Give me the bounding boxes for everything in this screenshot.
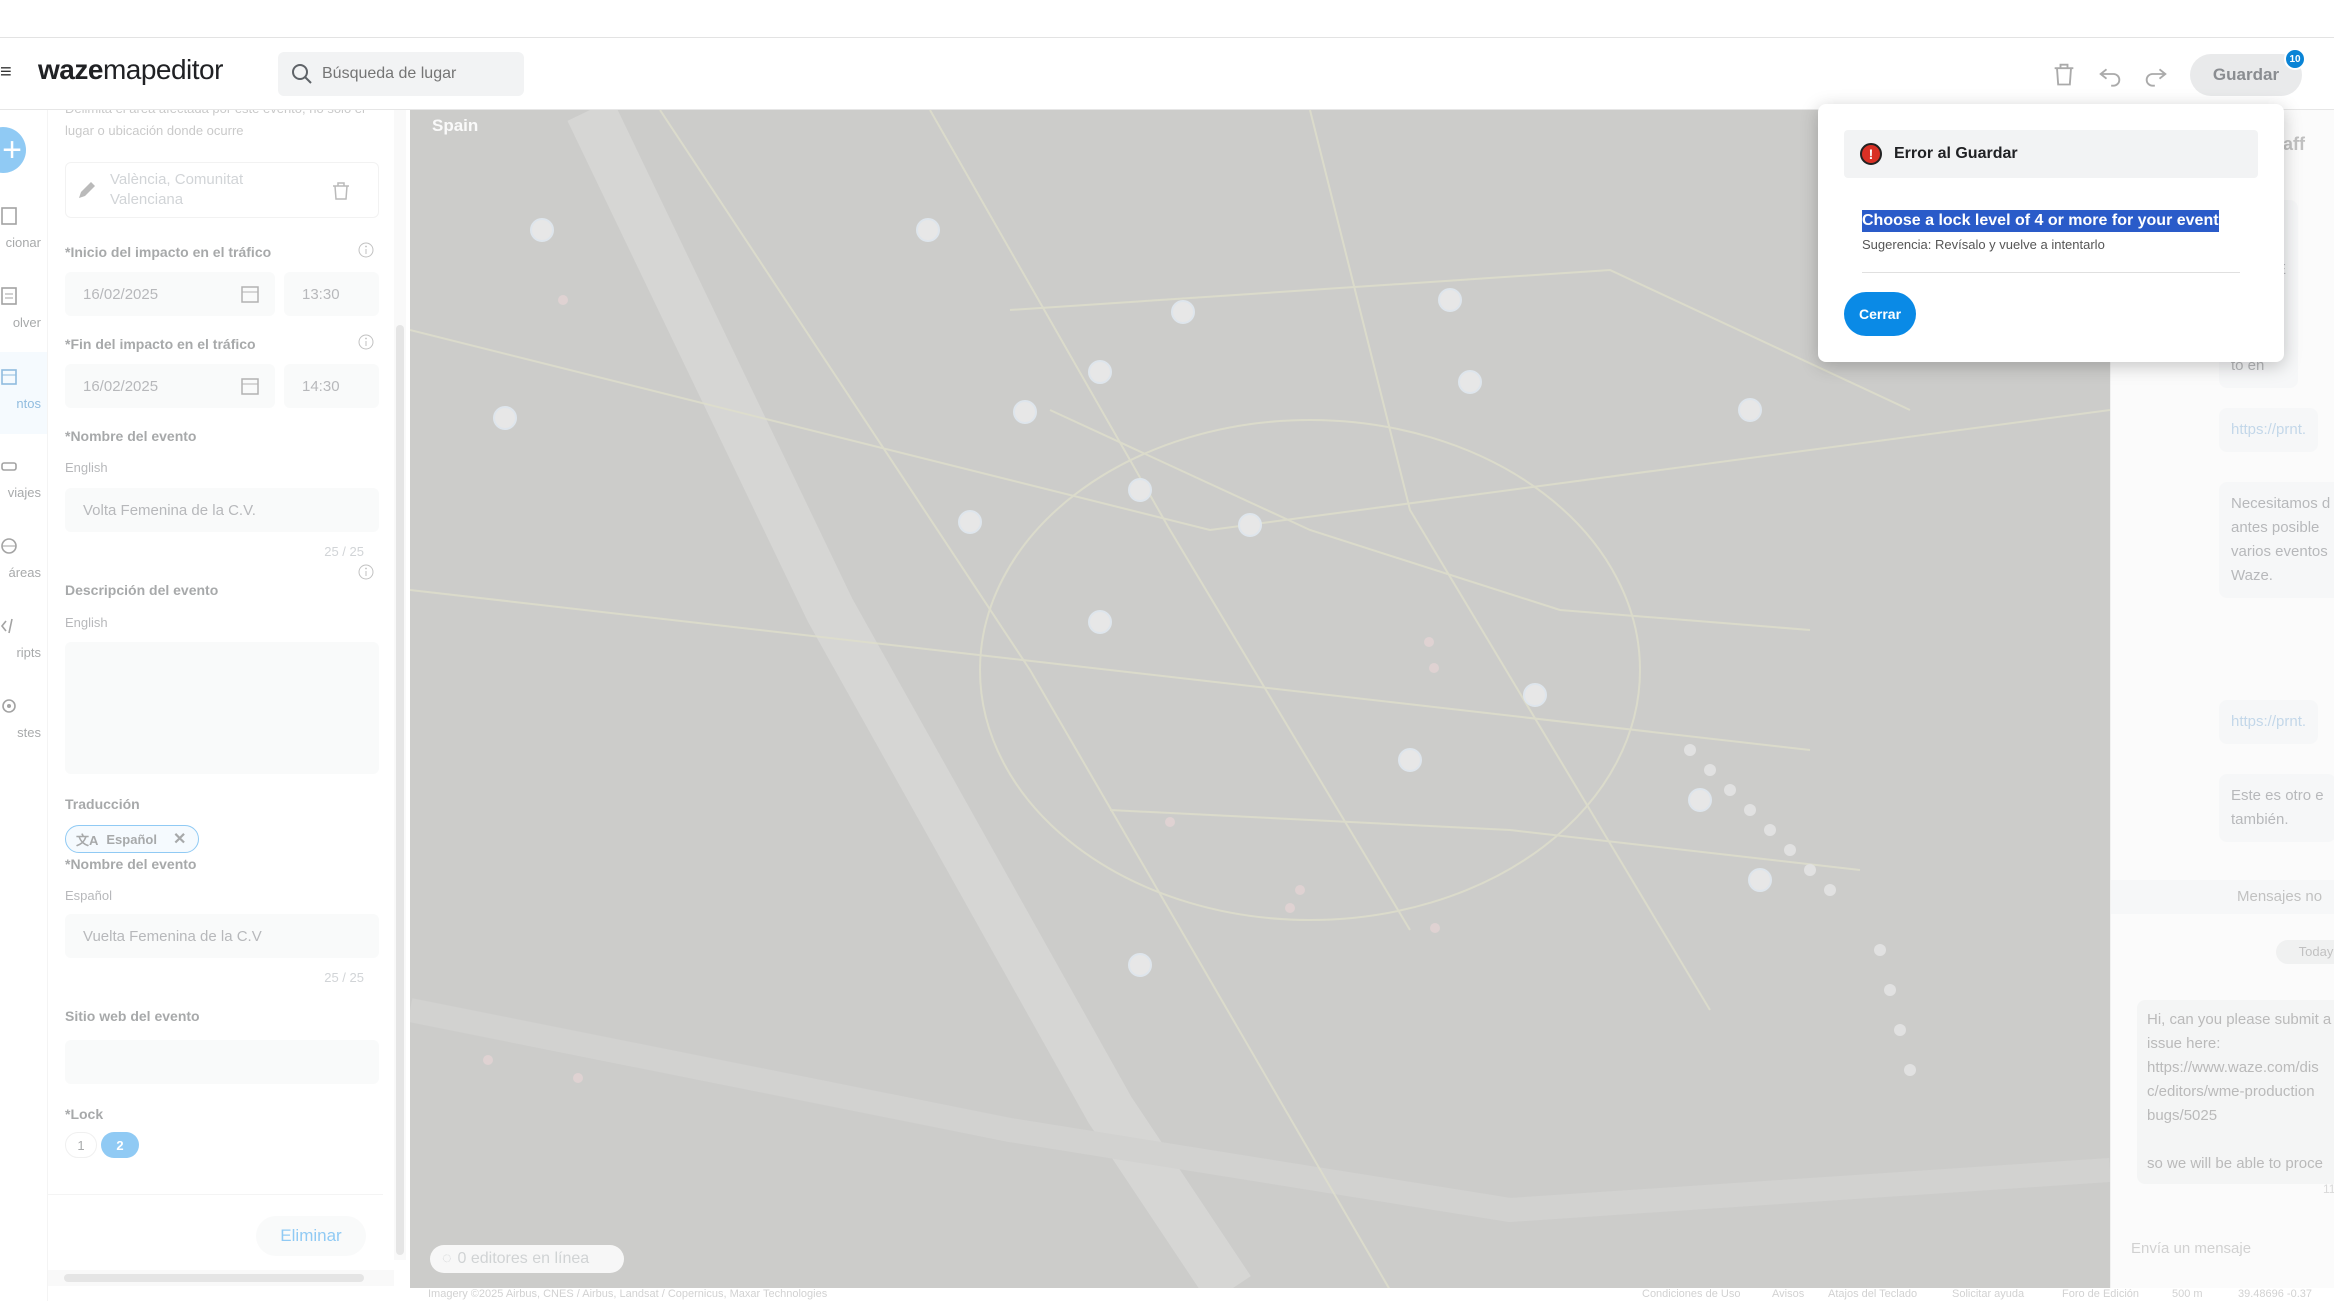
rail-item-trips[interactable]: viajes (0, 455, 47, 525)
rail-item-scripts[interactable]: ripts (0, 615, 47, 685)
map-region-label: Spain (432, 116, 479, 135)
place-search[interactable] (278, 52, 524, 96)
translation-label: Traducción (65, 796, 140, 812)
lock-label: *Lock (65, 1106, 104, 1122)
left-rail: + cionar olver ntos viajes áreas ripts s… (0, 110, 48, 1301)
trash-icon[interactable] (2050, 60, 2078, 88)
error-message: Choose a lock level of 4 or more for you… (1862, 210, 2219, 232)
name-es-label: *Nombre del evento (65, 856, 197, 872)
map-footer: Imagery ©2025 Airbus, CNES / Airbus, Lan… (410, 1288, 2334, 1301)
event-edit-panel: Delimita el área afectada por este event… (48, 110, 398, 1301)
divider (48, 1194, 383, 1195)
chat-input[interactable]: Envía un mensaje (2131, 1240, 2251, 1257)
start-label: *Inicio del impacto en el tráfico (65, 244, 272, 260)
date-divider: Today (2276, 940, 2334, 964)
chat-message: Necesitamos d antes posible varios event… (2219, 482, 2334, 598)
footer-link-shortcuts[interactable]: Atajos del Teclado (1828, 1288, 1917, 1300)
search-input[interactable] (322, 65, 512, 83)
chat-link[interactable]: https://prnt. (2219, 408, 2319, 452)
error-icon: ! (1860, 143, 1882, 165)
map-scale: 500 m (2172, 1288, 2203, 1300)
start-time-field[interactable]: 13:30 (284, 272, 379, 316)
name-label: *Nombre del evento (65, 428, 197, 444)
gear-icon (2, 699, 16, 713)
event-description-input[interactable] (65, 642, 379, 774)
description-lang: English (65, 615, 108, 630)
car-icon (1, 462, 17, 471)
panel-horizontal-scrollbar[interactable] (48, 1270, 394, 1286)
globe-icon (1, 538, 17, 554)
info-icon[interactable] (358, 242, 374, 258)
waze-logo[interactable]: wazemapeditor (38, 54, 223, 86)
add-button[interactable]: + (0, 127, 26, 173)
list-icon (1, 287, 17, 305)
app-header: ≡ wazemapeditor Guardar 10 (0, 38, 2334, 110)
unread-divider: Mensajes no (2111, 880, 2334, 914)
calendar-icon (1, 369, 17, 385)
browser-top-strip (0, 0, 2334, 38)
code-icon (0, 618, 13, 634)
divider (1862, 272, 2240, 273)
footer-link-notices[interactable]: Avisos (1772, 1288, 1804, 1300)
footer-link-forum[interactable]: Foro de Edición (2062, 1288, 2139, 1300)
unsaved-count-badge: 10 (2284, 48, 2306, 70)
calendar-icon[interactable] (239, 375, 261, 397)
editors-online-badge[interactable]: ◌ 0 editores en línea (430, 1245, 624, 1273)
rail-item-select[interactable]: cionar (0, 205, 47, 275)
search-icon (292, 64, 312, 84)
end-time-field[interactable]: 14:30 (284, 364, 379, 408)
error-hint: Sugerencia: Revísalo y vuelve a intentar… (1862, 237, 2105, 252)
chat-header-fragment: aff (2283, 134, 2305, 154)
start-date-field[interactable]: 16/02/2025 (65, 272, 275, 316)
rail-item-events[interactable]: ntos (0, 352, 47, 434)
remove-chip-icon[interactable]: ✕ (173, 829, 186, 849)
message-time: 11 (2323, 1182, 2334, 1196)
lock-level-2[interactable]: 2 (101, 1132, 139, 1158)
name-es-char-count: 25 / 25 (324, 970, 364, 985)
event-name-input[interactable]: Volta Femenina de la C.V. (65, 488, 379, 532)
calendar-icon[interactable] (239, 283, 261, 305)
chat-icon: ◌ (442, 1250, 452, 1267)
save-error-dialog: ! Error al Guardar Choose a lock level o… (1818, 104, 2284, 362)
info-icon[interactable] (358, 564, 374, 580)
close-button[interactable]: Cerrar (1844, 292, 1916, 336)
name-char-count: 25 / 25 (324, 544, 364, 559)
menu-icon[interactable]: ≡ (0, 62, 12, 82)
end-label: *Fin del impacto en el tráfico (65, 336, 256, 352)
translate-icon: 文A (76, 832, 99, 848)
lock-level-1[interactable]: 1 (65, 1132, 97, 1158)
dialog-title: Error al Guardar (1894, 145, 2018, 162)
name-lang: English (65, 460, 108, 475)
map-coordinates: 39.48696 -0.37 (2238, 1288, 2313, 1300)
redo-icon[interactable] (2142, 60, 2170, 88)
imagery-credit: Imagery ©2025 Airbus, CNES / Airbus, Lan… (428, 1288, 828, 1300)
dialog-header: ! Error al Guardar (1844, 130, 2258, 178)
undo-icon[interactable] (2096, 60, 2124, 88)
description-label: Descripción del evento (65, 582, 219, 598)
delete-location-icon[interactable] (330, 179, 352, 201)
chat-link[interactable]: https://prnt. (2219, 700, 2319, 744)
rail-item-areas[interactable]: áreas (0, 535, 47, 605)
website-input[interactable] (65, 1040, 379, 1084)
select-icon (1, 207, 17, 225)
website-label: Sitio web del evento (65, 1008, 200, 1024)
translation-chip[interactable]: 文A Español ✕ (65, 825, 199, 853)
area-hint: Delimita el área afectada por este event… (65, 110, 365, 138)
chat-message-incoming: Hi, can you please submit a issue here: … (2137, 1000, 2334, 1184)
end-date-field[interactable]: 16/02/2025 (65, 364, 275, 408)
location-field[interactable]: València, Comunitat Valenciana (65, 162, 379, 218)
chat-message: Este es otro e también. (2219, 774, 2334, 842)
event-name-es-input[interactable]: Vuelta Femenina de la C.V (65, 914, 379, 958)
info-icon[interactable] (358, 334, 374, 350)
panel-scrollbar[interactable] (394, 110, 406, 1260)
rail-item-solve[interactable]: olver (0, 285, 47, 355)
delete-event-button[interactable]: Eliminar (256, 1216, 366, 1256)
footer-link-terms[interactable]: Condiciones de Uso (1642, 1288, 1740, 1300)
pencil-icon (79, 182, 95, 198)
rail-item-settings[interactable]: stes (0, 695, 47, 765)
footer-link-help[interactable]: Solicitar ayuda (1952, 1288, 2024, 1300)
name-es-lang: Español (65, 888, 112, 903)
